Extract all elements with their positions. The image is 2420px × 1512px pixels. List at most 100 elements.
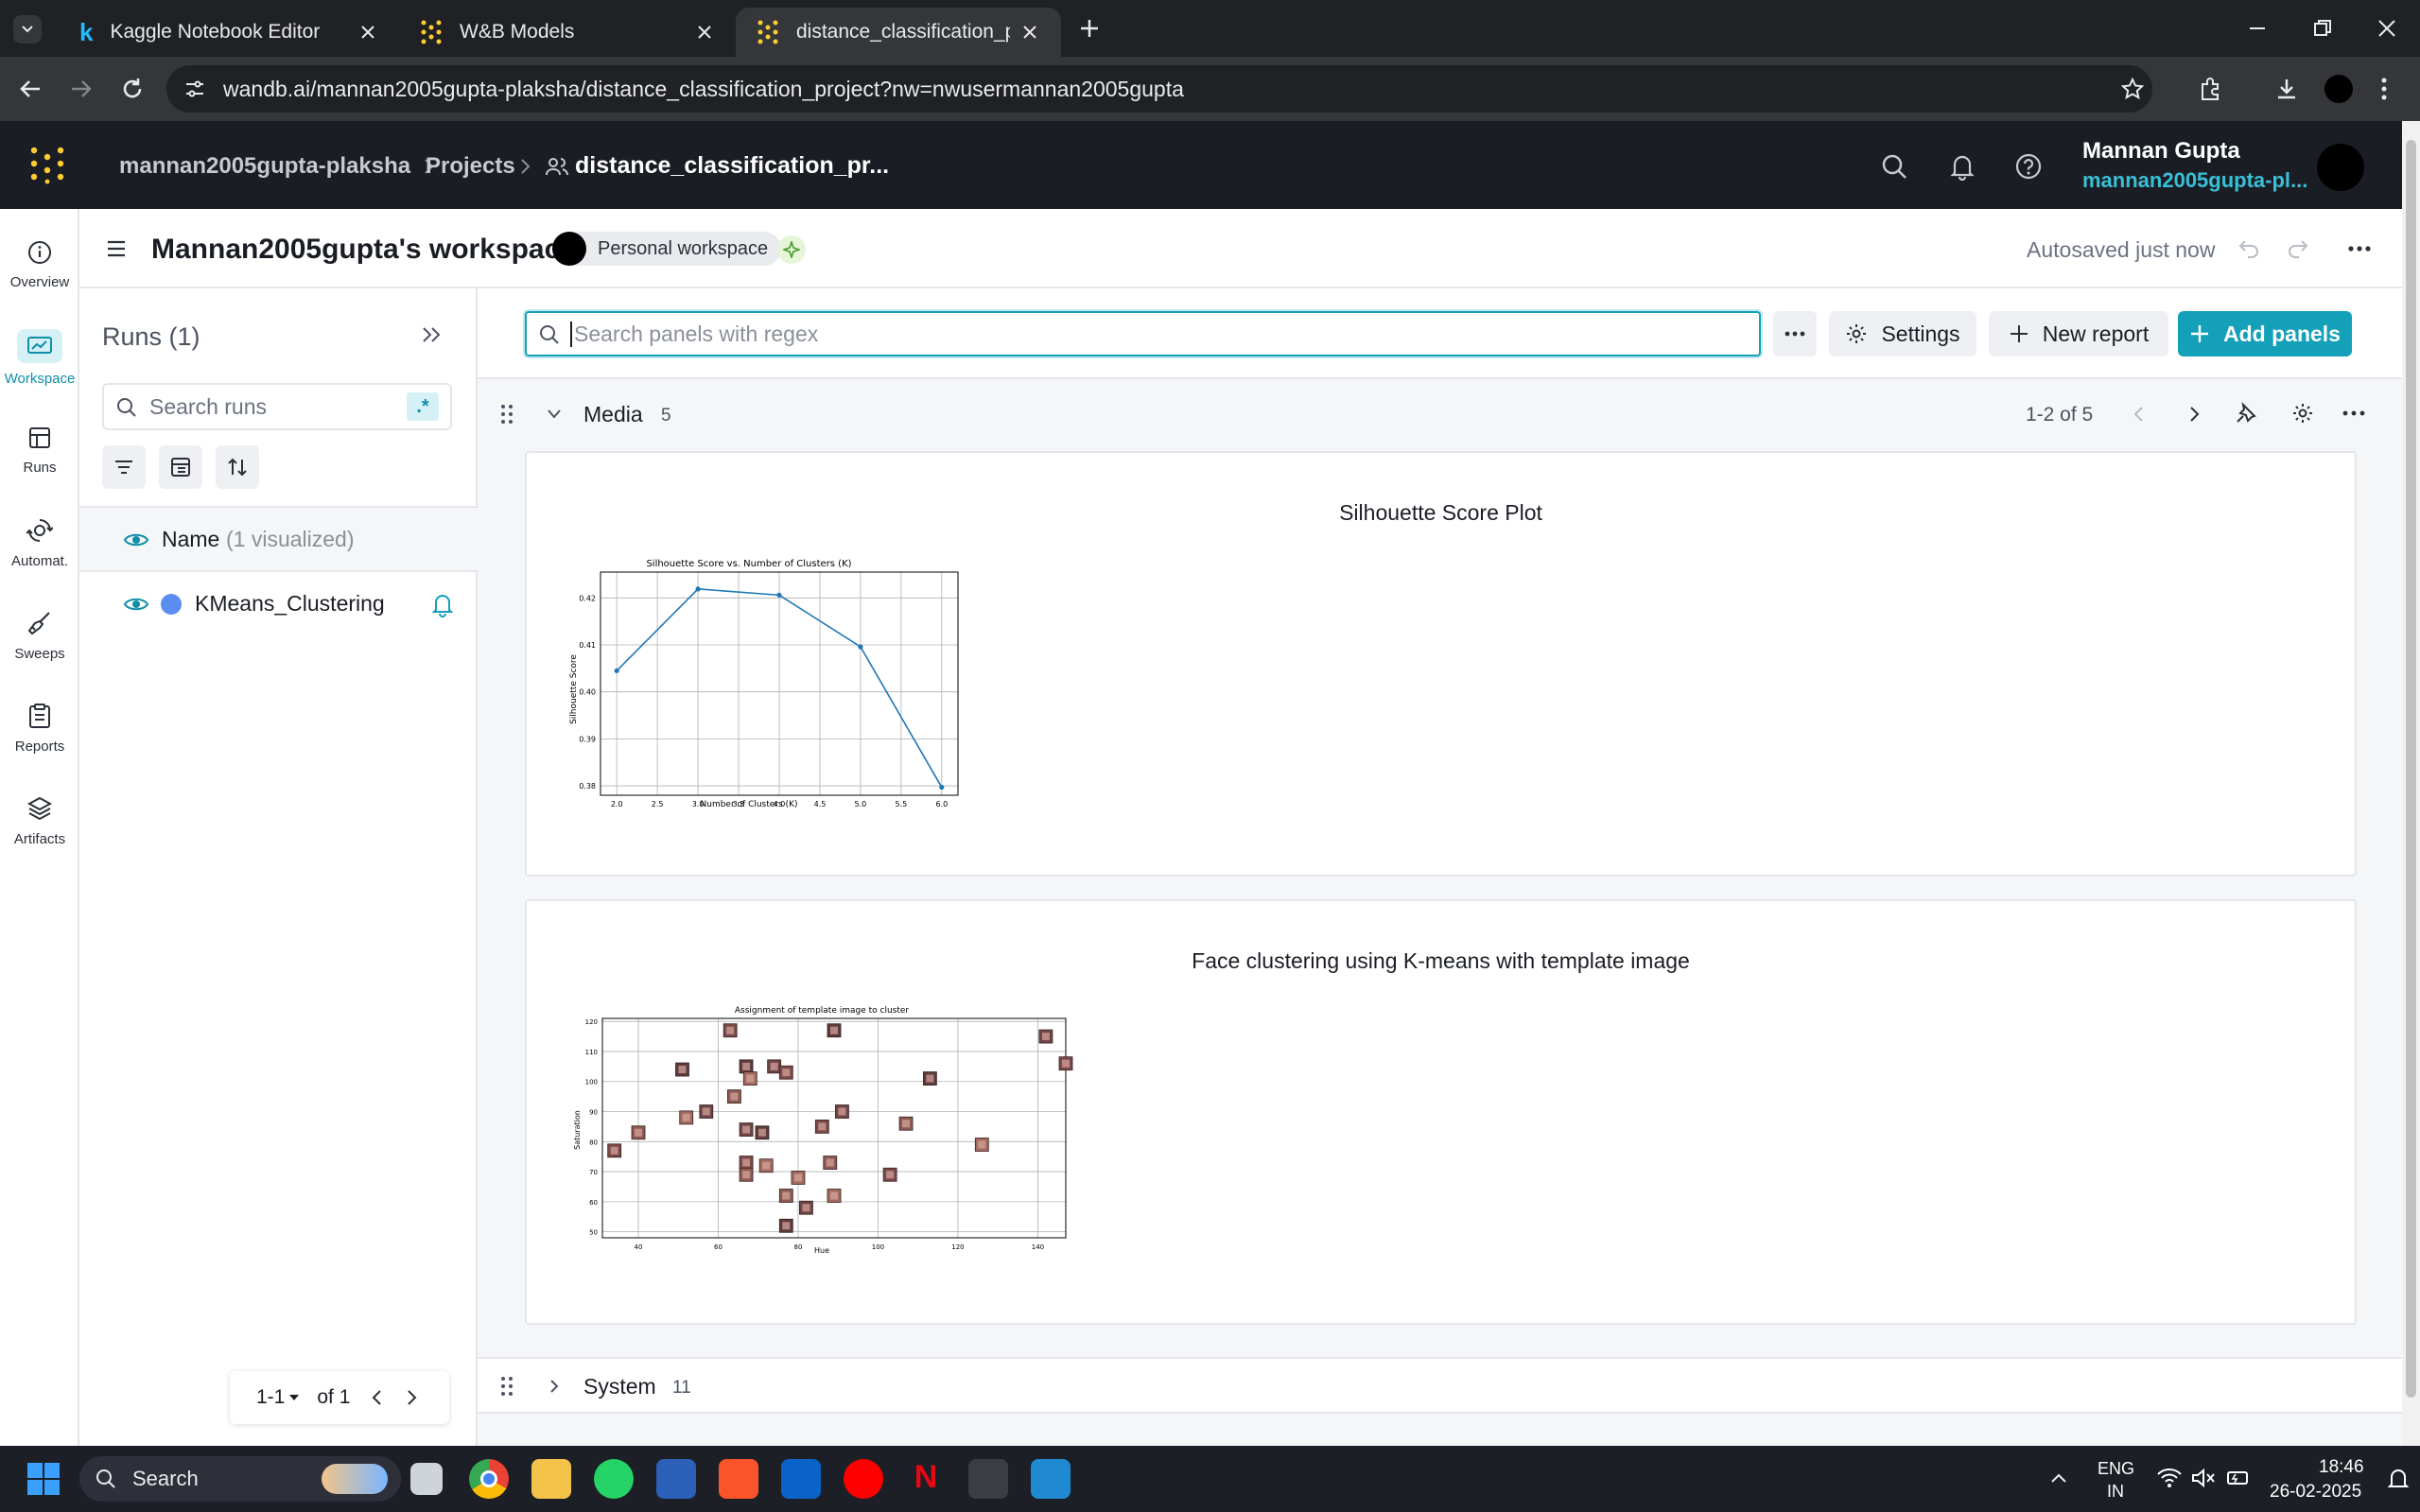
pin-slash-icon[interactable]	[2235, 402, 2257, 425]
new-report-button[interactable]: New report	[1989, 311, 2168, 356]
rail-item-sweeps[interactable]: Sweeps	[0, 593, 79, 678]
hamburger-menu-icon[interactable]	[106, 239, 127, 258]
word-icon[interactable]	[656, 1459, 696, 1499]
bell-icon[interactable]	[429, 591, 456, 617]
pagination-range[interactable]: 1-1	[256, 1386, 285, 1409]
chevron-right-icon[interactable]	[2187, 404, 2201, 425]
rail-item-reports[interactable]: Reports	[0, 686, 79, 771]
bell-icon[interactable]	[1948, 152, 1976, 181]
chevron-up-icon[interactable]	[2048, 1469, 2069, 1489]
name-column-header[interactable]: Name	[162, 527, 219, 552]
more-vert-icon[interactable]	[2379, 76, 2389, 102]
chevron-right-icon[interactable]	[548, 1378, 561, 1395]
breadcrumb-project[interactable]: distance_classification_pr...	[575, 152, 889, 180]
more-horizontal-icon[interactable]	[2342, 409, 2365, 417]
filter-button[interactable]	[102, 445, 146, 489]
rail-item-runs[interactable]: Runs	[0, 408, 79, 493]
settings-button[interactable]: Settings	[1829, 311, 1976, 356]
breadcrumb-projects[interactable]: Projects	[426, 153, 515, 180]
volume-muted-icon[interactable]	[2190, 1467, 2217, 1489]
chevron-left-icon[interactable]	[371, 1388, 384, 1407]
vscode-icon[interactable]	[1031, 1459, 1071, 1499]
reload-icon[interactable]	[119, 76, 146, 102]
breadcrumb-entity[interactable]: mannan2005gupta-plaksha	[119, 153, 410, 180]
tab-distance-classification[interactable]: distance_classification_project │	[736, 8, 1061, 57]
address-bar[interactable]: wandb.ai/mannan2005gupta-plaksha/distanc…	[166, 65, 2152, 113]
table-row[interactable]: KMeans_Clustering	[79, 572, 478, 636]
media-panel[interactable]: Silhouette Score Plot Silhouette Score v…	[525, 451, 2357, 877]
section-name-system[interactable]: System	[583, 1374, 656, 1399]
close-icon[interactable]	[694, 22, 715, 43]
terminal-icon[interactable]	[968, 1459, 1008, 1499]
whatsapp-icon[interactable]	[594, 1459, 634, 1499]
rail-item-workspace[interactable]: Workspace	[0, 315, 79, 400]
panel-search-more-button[interactable]	[1773, 311, 1817, 356]
windows-start-icon[interactable]	[26, 1462, 61, 1496]
wandb-logo-icon[interactable]	[28, 146, 66, 185]
lang-top[interactable]: ENG	[2098, 1459, 2134, 1479]
caret-down-icon[interactable]	[288, 1394, 300, 1401]
rail-item-artifacts[interactable]: Artifacts	[0, 778, 79, 863]
gear-icon[interactable]	[2291, 402, 2314, 425]
chevron-down-icon[interactable]	[546, 408, 563, 421]
regex-toggle[interactable]: .*	[407, 392, 439, 421]
sort-button[interactable]	[216, 445, 259, 489]
chrome-icon[interactable]	[469, 1459, 509, 1499]
tab-search-button[interactable]	[13, 15, 42, 43]
columns-button[interactable]	[159, 445, 202, 489]
site-info-icon[interactable]	[183, 78, 206, 100]
expand-double-chevron-icon[interactable]	[420, 324, 443, 345]
runs-search-field[interactable]: Search runs .*	[102, 383, 452, 430]
eye-icon[interactable]	[123, 595, 149, 614]
netflix-icon[interactable]: N	[906, 1459, 946, 1499]
task-view-icon[interactable]	[410, 1463, 443, 1495]
media-panel[interactable]: Face clustering using K-means with templ…	[525, 899, 2357, 1325]
search-icon[interactable]	[1880, 152, 1908, 181]
restore-icon[interactable]	[2311, 17, 2334, 40]
download-icon[interactable]	[2273, 76, 2300, 102]
redo-icon[interactable]	[2287, 237, 2309, 258]
notification-bell-icon[interactable]	[2387, 1467, 2410, 1491]
outlook-icon[interactable]	[781, 1459, 821, 1499]
workspace-title[interactable]: Mannan2005gupta's workspace	[151, 234, 576, 266]
minimize-icon[interactable]	[2246, 17, 2269, 40]
bookmark-star-icon[interactable]	[2120, 77, 2145, 101]
page-scrollbar[interactable]	[2402, 121, 2420, 1446]
tab-kaggle[interactable]: k Kaggle Notebook Editor	[59, 8, 399, 57]
forward-arrow-icon[interactable]	[68, 76, 95, 102]
chevron-right-icon[interactable]	[405, 1388, 418, 1407]
drag-handle-icon[interactable]	[500, 1376, 514, 1397]
rail-item-overview[interactable]: Overview	[0, 222, 79, 307]
window-close-icon[interactable]	[2376, 17, 2398, 40]
eye-icon[interactable]	[123, 530, 149, 549]
user-entity[interactable]: mannan2005gupta-pl...	[2082, 168, 2307, 193]
wifi-icon[interactable]	[2156, 1467, 2183, 1489]
youtube-icon[interactable]	[844, 1459, 883, 1499]
run-color-dot[interactable]	[161, 594, 182, 615]
panel-search-input[interactable]: Search panels with regex	[525, 311, 1761, 356]
clock-date[interactable]: 26-02-2025	[2270, 1482, 2361, 1503]
new-tab-icon[interactable]	[1076, 15, 1103, 42]
section-name-media[interactable]: Media	[583, 402, 643, 427]
user-avatar[interactable]	[2317, 144, 2364, 191]
profile-avatar[interactable]	[2324, 75, 2353, 103]
chevron-left-icon[interactable]	[2133, 404, 2146, 425]
taskbar-search[interactable]: Search	[79, 1456, 401, 1502]
undo-icon[interactable]	[2237, 237, 2260, 258]
file-explorer-icon[interactable]	[531, 1459, 571, 1499]
tab-wandb-models[interactable]: W&B Models	[399, 8, 736, 57]
scrollbar-thumb[interactable]	[2406, 140, 2416, 1398]
sparkle-button[interactable]	[777, 235, 806, 264]
rail-item-automations[interactable]: Automat.	[0, 500, 79, 585]
close-icon[interactable]	[1019, 22, 1040, 43]
extensions-icon[interactable]	[2198, 76, 2224, 102]
clock-time[interactable]: 18:46	[2319, 1457, 2364, 1478]
add-panels-button[interactable]: Add panels	[2178, 311, 2352, 356]
lang-bottom[interactable]: IN	[2107, 1482, 2124, 1502]
battery-icon[interactable]	[2224, 1467, 2251, 1489]
brave-icon[interactable]	[719, 1459, 758, 1499]
drag-handle-icon[interactable]	[500, 404, 514, 425]
personal-workspace-badge[interactable]: Personal workspace	[552, 232, 782, 266]
more-horizontal-icon[interactable]	[2347, 245, 2372, 252]
run-name[interactable]: KMeans_Clustering	[195, 591, 385, 617]
